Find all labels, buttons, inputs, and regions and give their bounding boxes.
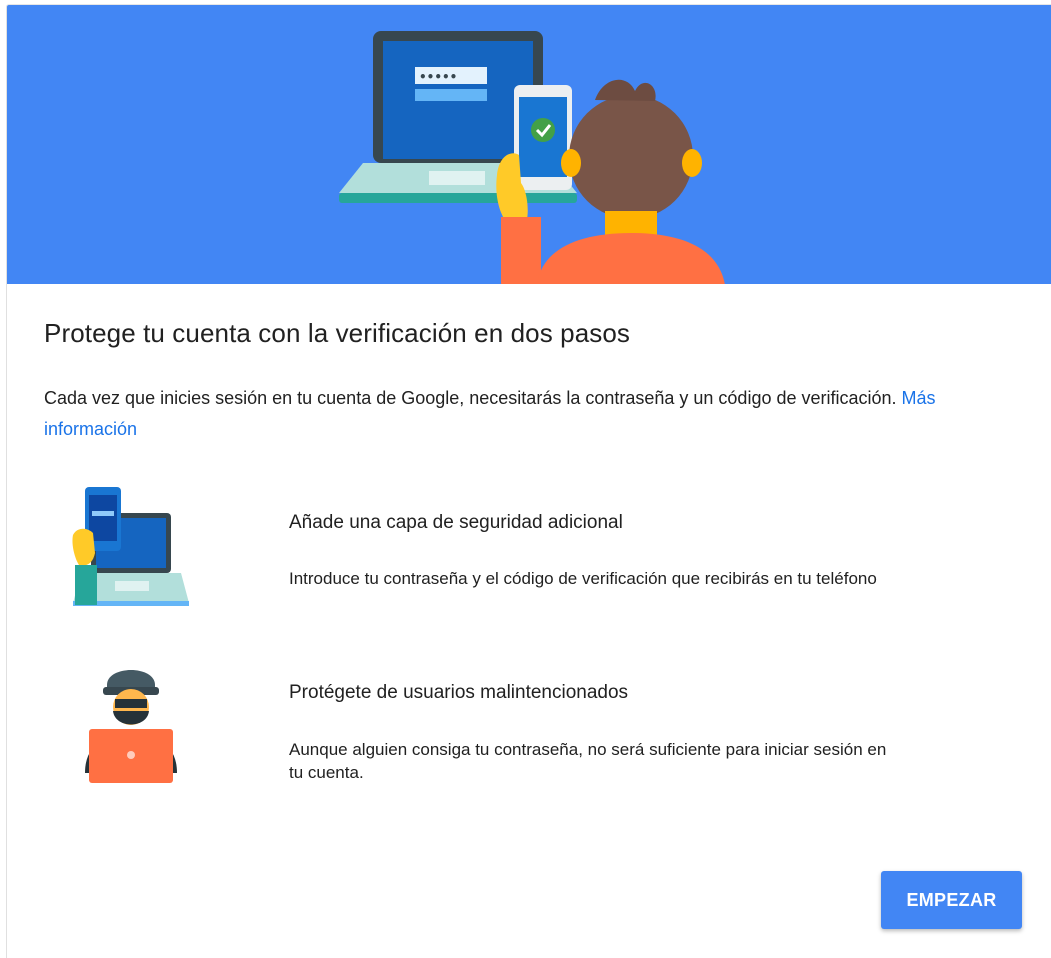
person-head <box>569 95 693 219</box>
check-circle <box>531 118 555 142</box>
phone-and-laptop-illustration-icon <box>72 487 189 606</box>
start-button[interactable]: EMPEZAR <box>881 871 1022 929</box>
left-ear <box>561 149 581 177</box>
two-step-verification-card: ••••• Protege tu cuenta con la verificac… <box>6 4 1051 958</box>
password-mask: ••••• <box>419 70 457 84</box>
feature-text-malicious-users: Aunque alguien consiga tu contraseña, no… <box>289 740 887 782</box>
page-title: Protege tu cuenta con la verificación en… <box>44 318 631 348</box>
hero-banner: ••••• <box>7 5 1051 284</box>
person-hair <box>595 79 656 101</box>
description-body: Cada vez que inicies sesión en tu cuenta… <box>44 388 897 408</box>
feature-text-security-layer: Introduce tu contraseña y el código de v… <box>289 569 877 588</box>
person-torso <box>537 233 725 284</box>
laptop-trackpad <box>429 171 485 185</box>
feature-title-malicious-users: Protégete de usuarios malintencionados <box>289 682 629 703</box>
hero-illustration: ••••• <box>339 31 725 284</box>
arm-sleeve <box>501 217 541 284</box>
password-underline <box>415 89 487 101</box>
feature-title-security-layer: Añade una capa de seguridad adicional <box>289 512 623 533</box>
description-text: Cada vez que inicies sesión en tu cuenta… <box>44 383 1014 445</box>
hacker-illustration-icon <box>85 670 177 783</box>
right-ear <box>682 149 702 177</box>
laptop-base <box>339 193 577 203</box>
